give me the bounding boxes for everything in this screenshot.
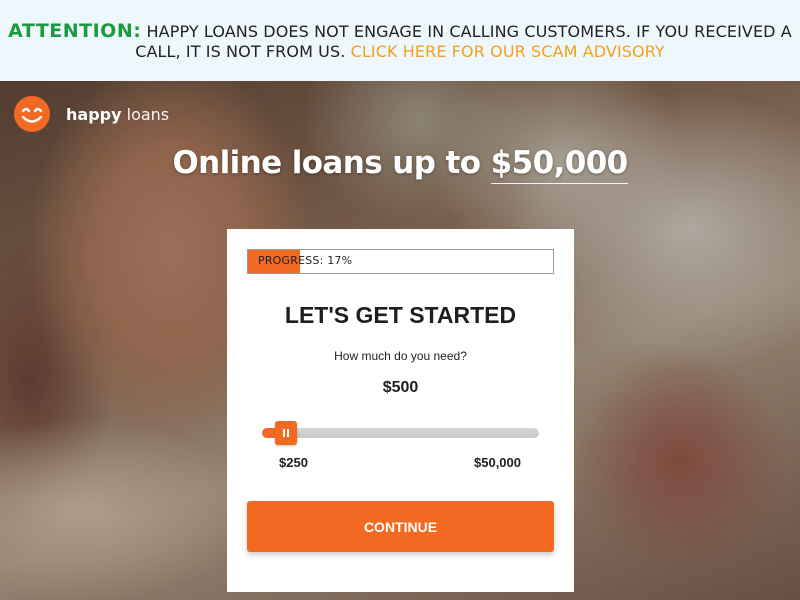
form-title: LET'S GET STARTED (284, 302, 517, 328)
slider-handle[interactable] (275, 421, 297, 445)
brand-name-bold: happy (66, 104, 122, 124)
continue-button[interactable]: CONTINUE (247, 501, 554, 552)
loan-amount-slider[interactable] (262, 421, 539, 445)
loan-form-card: PROGRESS: 17% LET'S GET STARTED How much… (227, 229, 574, 592)
selected-amount: $500 (382, 379, 419, 396)
scam-advisory-link[interactable]: CLICK HERE FOR OUR SCAM ADVISORY (351, 42, 665, 61)
slider-track[interactable] (262, 428, 539, 438)
progress-label: PROGRESS: 17% (258, 254, 353, 267)
grip-line (287, 429, 289, 437)
brand-name-light: loans (126, 104, 170, 124)
headline-amount: $50,000 (490, 145, 628, 184)
headline-text: Online loans up to (172, 145, 481, 181)
attention-banner: ATTENTION: HAPPY LOANS DOES NOT ENGAGE I… (0, 0, 800, 81)
attention-label: ATTENTION: (8, 20, 142, 42)
amount-question: How much do you need? (334, 349, 467, 363)
progress-bar: PROGRESS: 17% (247, 249, 554, 274)
slider-max-label: $50,000 (474, 455, 521, 470)
brand-name: happy loans (66, 105, 169, 124)
grip-line (283, 429, 285, 437)
smiley-face-icon (14, 96, 50, 132)
hero-headline: Online loans up to $50,000 (0, 145, 800, 184)
logo[interactable]: happy loans (14, 96, 169, 132)
slider-min-label: $250 (279, 455, 308, 470)
